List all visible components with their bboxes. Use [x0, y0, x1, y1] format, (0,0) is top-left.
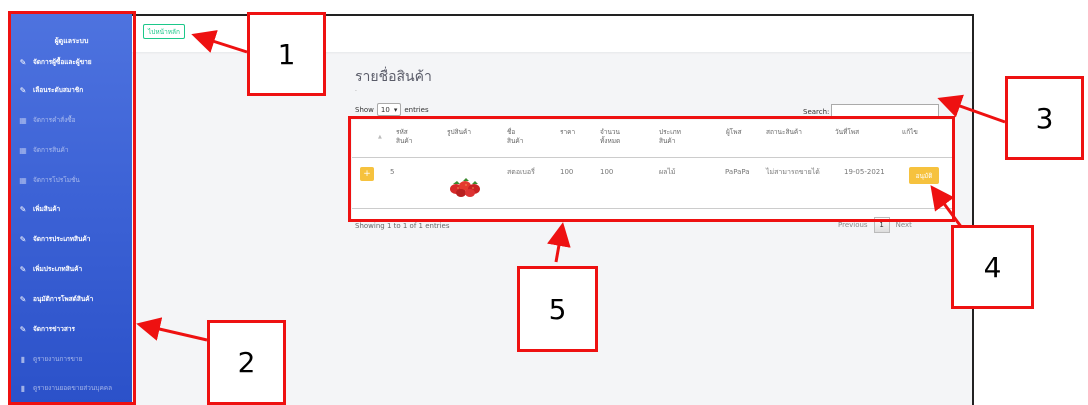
callout-3: 3: [1005, 76, 1084, 160]
screen: ผู้ดูแลระบบ ✎ จัดการผู้ซื้อและผู้ขาย ✎ เลือ…: [0, 0, 1088, 405]
callout-2: 2: [207, 320, 286, 405]
callout-5: 5: [517, 266, 598, 352]
callout-1: 1: [247, 12, 326, 96]
callout-4: 4: [951, 225, 1034, 309]
